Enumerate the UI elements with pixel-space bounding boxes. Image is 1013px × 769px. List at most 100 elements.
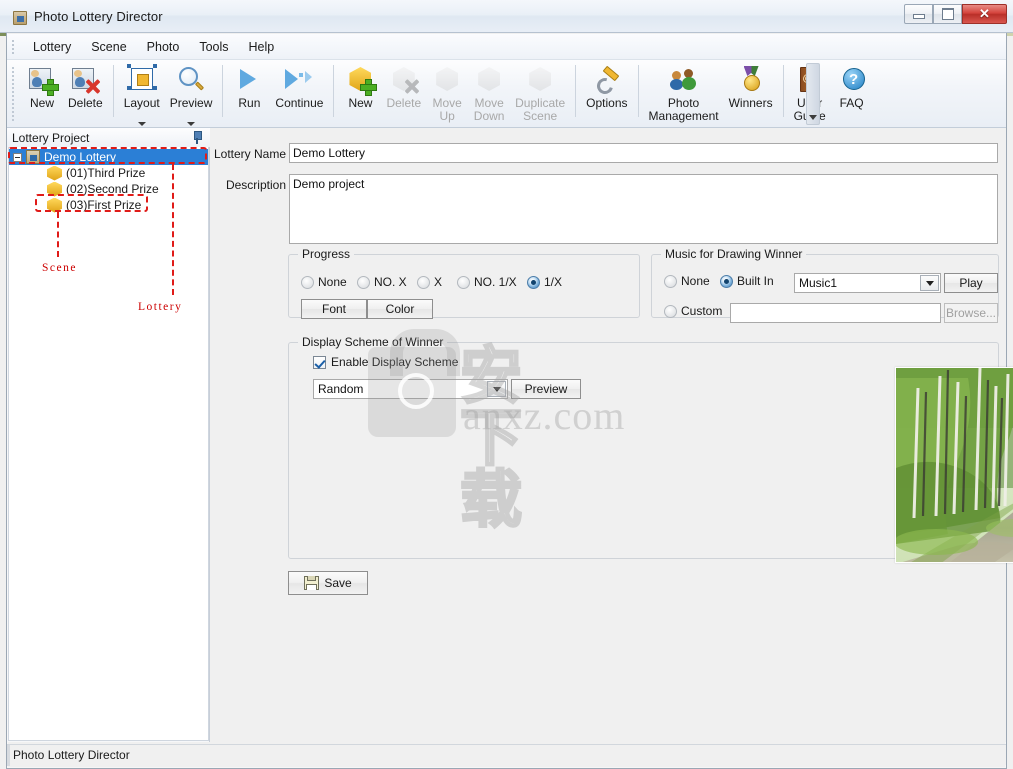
toolbar-button-label: Run <box>238 96 261 110</box>
tree-node-scene-01[interactable]: (01)Third Prize <box>9 165 208 181</box>
tree-node-scene-03[interactable]: (03)First Prize <box>9 197 208 213</box>
toolbar-button-label: New <box>348 96 373 110</box>
toolbar-run-button[interactable]: Run <box>228 60 270 124</box>
toolbar-duplicate-scene-button[interactable]: Duplicate Scene <box>510 60 570 124</box>
toolbar-new-photo-button[interactable]: New <box>21 60 63 124</box>
toolbar-separator <box>222 65 224 117</box>
tree-node-label: Demo Lottery <box>44 150 117 164</box>
toolbar-separator <box>112 65 114 117</box>
scheme-photo-preview <box>895 367 1013 563</box>
toolbar-button-label: FAQ <box>839 96 864 110</box>
music-builtin-combobox[interactable]: Music1 <box>794 273 941 293</box>
tree-node-demo-lottery[interactable]: Demo Lottery <box>9 149 208 165</box>
toolbar-separator <box>782 65 784 117</box>
save-button[interactable]: Save <box>288 571 368 595</box>
enable-display-scheme-checkbox[interactable]: Enable Display Scheme <box>313 355 458 369</box>
radio-indicator <box>527 275 540 289</box>
tree-node-label: (02)Second Prize <box>66 182 159 196</box>
toolbar-button-label: Delete <box>68 96 103 110</box>
lottery-project-panel: Lottery Project Demo Lottery (01)Third P… <box>7 128 210 742</box>
chevron-down-icon[interactable] <box>187 122 196 126</box>
faq-icon: ? <box>836 64 868 95</box>
scene-hex-icon <box>47 165 62 181</box>
display-scheme-combobox[interactable]: Random <box>313 379 508 399</box>
minimize-button[interactable] <box>904 4 933 24</box>
menu-item-scene[interactable]: Scene <box>81 36 136 58</box>
toolbar-move-down-button[interactable]: Move Down <box>468 60 510 124</box>
tree-node-scene-02[interactable]: (02)Second Prize <box>9 181 208 197</box>
progress-color-button[interactable]: Color <box>367 299 433 319</box>
toolbar-button-label: Layout <box>123 96 160 110</box>
toolbar-winners-button[interactable]: Winners <box>724 60 778 124</box>
menu-item-help[interactable]: Help <box>239 36 285 58</box>
music-radio-none[interactable]: None <box>664 274 710 288</box>
toolbar-options-button[interactable]: Options <box>581 60 632 124</box>
cube-move-up-icon <box>431 64 463 95</box>
play-forward-icon <box>283 64 315 95</box>
music-radio-custom[interactable]: Custom <box>664 304 722 318</box>
toolbar-delete-photo-button[interactable]: Delete <box>63 60 108 124</box>
radio-indicator <box>720 274 733 288</box>
close-button[interactable]: ✕ <box>962 4 1007 24</box>
title-bar: Photo Lottery Director ✕ <box>0 0 1013 33</box>
radio-label: None <box>318 275 347 289</box>
application-window: Photo Lottery Director ✕ Lottery Scene P… <box>0 0 1013 769</box>
toolbar: New Delete Layout Preview Run Continue N… <box>7 60 1006 128</box>
status-bar: Photo Lottery Director <box>7 744 1006 766</box>
toolbar-button-label: Delete <box>386 96 422 110</box>
toolbar-delete-scene-button[interactable]: Delete <box>381 60 426 124</box>
music-browse-button[interactable]: Browse... <box>944 303 998 323</box>
panel-title: Lottery Project <box>7 128 210 147</box>
music-builtin-value: Music1 <box>799 276 838 290</box>
maximize-button[interactable] <box>933 4 962 24</box>
toolbar-grip-handle[interactable] <box>11 66 16 122</box>
chevron-down-icon[interactable] <box>137 122 146 126</box>
description-label: Description <box>225 178 286 192</box>
lottery-project-icon <box>26 150 40 164</box>
menu-item-tools[interactable]: Tools <box>189 36 238 58</box>
music-custom-path-input[interactable] <box>730 303 941 323</box>
progress-radio-none[interactable]: None <box>301 275 347 289</box>
toolbar-overflow-chevron-icon[interactable] <box>806 63 820 125</box>
cube-new-icon <box>344 64 378 96</box>
people-icon <box>668 64 700 95</box>
pin-icon[interactable] <box>191 131 203 144</box>
lottery-settings-pane: Lottery Name Description Progress None N… <box>210 128 1013 742</box>
toolbar-buttons: New Delete Layout Preview Run Continue N… <box>21 60 873 128</box>
toolbar-move-up-button[interactable]: Move Up <box>426 60 468 124</box>
status-bar-text: Photo Lottery Director <box>13 748 130 762</box>
toolbar-faq-button[interactable]: ? FAQ <box>831 60 873 124</box>
chevron-down-icon[interactable] <box>487 381 506 397</box>
toolbar-continue-button[interactable]: Continue <box>270 60 328 124</box>
lottery-name-input[interactable] <box>289 143 998 163</box>
progress-font-button[interactable]: Font <box>301 299 367 319</box>
toolbar-button-label: New <box>29 96 54 110</box>
medal-icon <box>735 64 767 95</box>
music-play-button[interactable]: Play <box>944 273 998 293</box>
radio-label: NO. 1/X <box>474 275 517 289</box>
menu-grip-handle[interactable] <box>11 39 16 55</box>
radio-label: None <box>681 274 710 288</box>
progress-radio-no-1x[interactable]: NO. 1/X <box>457 275 517 289</box>
toolbar-new-scene-button[interactable]: New <box>339 60 381 124</box>
display-scheme-preview-button[interactable]: Preview <box>511 379 581 399</box>
app-icon <box>13 11 27 25</box>
music-groupbox: Music for Drawing Winner None Built In M… <box>651 247 999 323</box>
progress-radio-x[interactable]: X <box>417 275 442 289</box>
progress-radio-no-x[interactable]: NO. X <box>357 275 407 289</box>
description-textarea[interactable] <box>289 174 998 244</box>
tree-node-label: (01)Third Prize <box>66 166 146 180</box>
toolbar-preview-button[interactable]: Preview <box>165 60 218 126</box>
menu-item-photo[interactable]: Photo <box>137 36 190 58</box>
menu-item-lottery[interactable]: Lottery <box>23 36 81 58</box>
music-radio-built-in[interactable]: Built In <box>720 274 774 288</box>
chevron-down-icon[interactable] <box>920 275 939 291</box>
scene-hex-icon <box>47 197 62 213</box>
radio-indicator <box>357 275 370 289</box>
collapse-icon[interactable] <box>13 152 22 162</box>
radio-label: NO. X <box>374 275 407 289</box>
toolbar-photo-management-button[interactable]: Photo Management <box>644 60 724 124</box>
new-photo-icon <box>26 64 59 96</box>
progress-radio-1x[interactable]: 1/X <box>527 275 562 289</box>
toolbar-layout-button[interactable]: Layout <box>119 60 165 126</box>
